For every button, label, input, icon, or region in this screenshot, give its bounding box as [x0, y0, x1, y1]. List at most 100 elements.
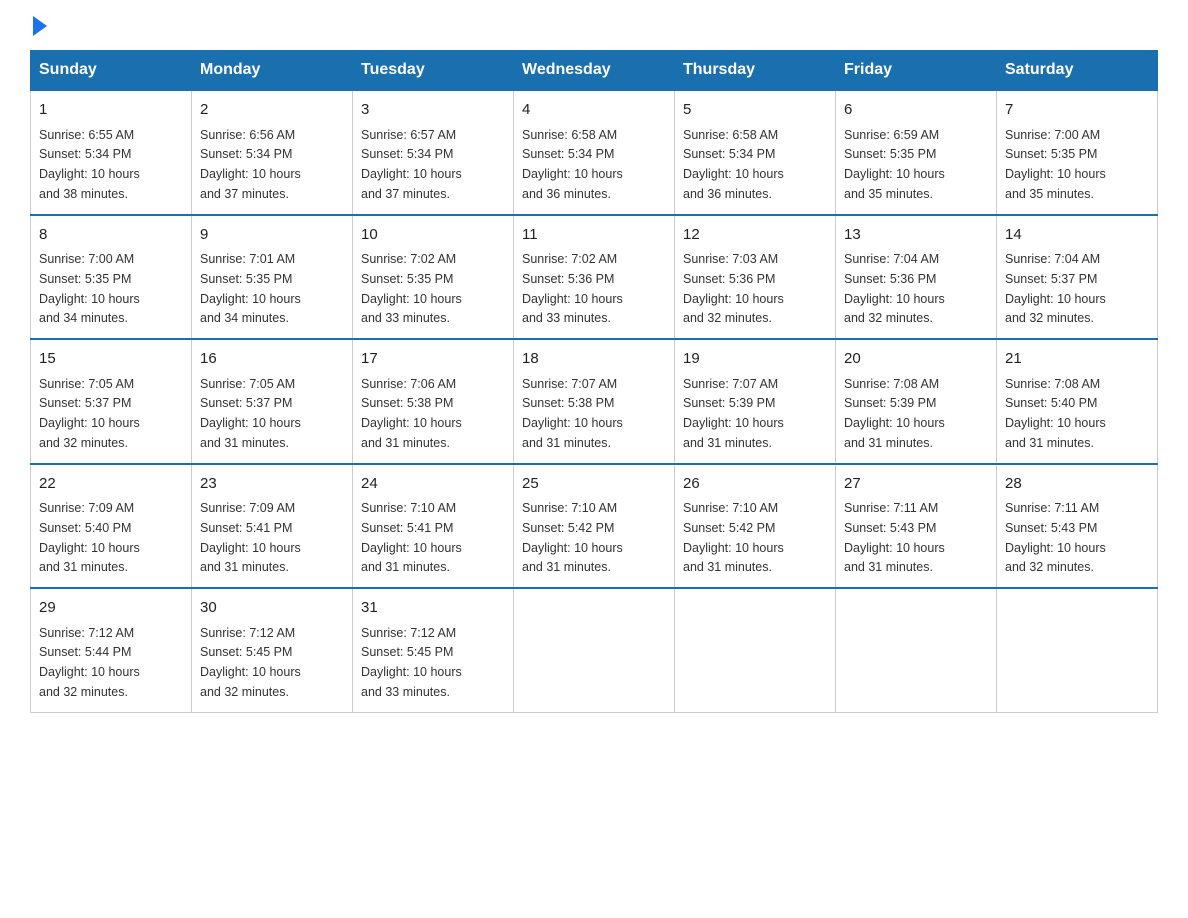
- day-number: 27: [844, 473, 988, 496]
- column-header-saturday: Saturday: [997, 51, 1158, 91]
- day-number: 6: [844, 99, 988, 122]
- calendar-cell: 23 Sunrise: 7:09 AMSunset: 5:41 PMDayligh…: [192, 464, 353, 589]
- calendar-week-row: 22 Sunrise: 7:09 AMSunset: 5:40 PMDayligh…: [31, 464, 1158, 589]
- day-number: 5: [683, 99, 827, 122]
- day-info: Sunrise: 7:04 AMSunset: 5:36 PMDaylight:…: [844, 252, 945, 325]
- calendar-cell: 20 Sunrise: 7:08 AMSunset: 5:39 PMDayligh…: [836, 339, 997, 464]
- calendar-cell: [836, 588, 997, 712]
- day-info: Sunrise: 7:00 AMSunset: 5:35 PMDaylight:…: [39, 252, 140, 325]
- calendar-cell: [997, 588, 1158, 712]
- calendar-cell: 29Sunrise: 7:12 AMSunset: 5:44 PMDayligh…: [31, 588, 192, 712]
- day-info: Sunrise: 7:03 AMSunset: 5:36 PMDaylight:…: [683, 252, 784, 325]
- day-info: Sunrise: 7:05 AMSunset: 5:37 PMDaylight:…: [200, 377, 301, 450]
- day-info: Sunrise: 7:09 AMSunset: 5:41 PMDaylight:…: [200, 501, 301, 574]
- calendar-cell: 21 Sunrise: 7:08 AMSunset: 5:40 PMDayligh…: [997, 339, 1158, 464]
- calendar-cell: 9Sunrise: 7:01 AMSunset: 5:35 PMDaylight…: [192, 215, 353, 340]
- calendar-cell: 16Sunrise: 7:05 AMSunset: 5:37 PMDayligh…: [192, 339, 353, 464]
- calendar-cell: 13 Sunrise: 7:04 AMSunset: 5:36 PMDayligh…: [836, 215, 997, 340]
- day-number: 9: [200, 224, 344, 247]
- day-number: 17: [361, 348, 505, 371]
- day-info: Sunrise: 7:05 AMSunset: 5:37 PMDaylight:…: [39, 377, 140, 450]
- day-info: Sunrise: 7:08 AMSunset: 5:40 PMDaylight:…: [1005, 377, 1106, 450]
- day-info: Sunrise: 7:07 AMSunset: 5:38 PMDaylight:…: [522, 377, 623, 450]
- calendar-header-row: SundayMondayTuesdayWednesdayThursdayFrid…: [31, 51, 1158, 91]
- day-info: Sunrise: 7:12 AMSunset: 5:45 PMDaylight:…: [200, 626, 301, 699]
- day-info: Sunrise: 6:55 AMSunset: 5:34 PMDaylight:…: [39, 128, 140, 201]
- calendar-cell: 5 Sunrise: 6:58 AMSunset: 5:34 PMDaylight…: [675, 90, 836, 215]
- day-number: 14: [1005, 224, 1149, 247]
- calendar-cell: 7Sunrise: 7:00 AMSunset: 5:35 PMDaylight…: [997, 90, 1158, 215]
- day-info: Sunrise: 7:12 AMSunset: 5:45 PMDaylight:…: [361, 626, 462, 699]
- day-info: Sunrise: 7:04 AMSunset: 5:37 PMDaylight:…: [1005, 252, 1106, 325]
- day-number: 18: [522, 348, 666, 371]
- day-info: Sunrise: 7:09 AMSunset: 5:40 PMDaylight:…: [39, 501, 140, 574]
- calendar-cell: 12Sunrise: 7:03 AMSunset: 5:36 PMDayligh…: [675, 215, 836, 340]
- day-number: 11: [522, 224, 666, 247]
- day-info: Sunrise: 6:58 AMSunset: 5:34 PMDaylight:…: [683, 128, 784, 201]
- calendar-table: SundayMondayTuesdayWednesdayThursdayFrid…: [30, 50, 1158, 713]
- day-number: 31: [361, 597, 505, 620]
- day-info: Sunrise: 7:12 AMSunset: 5:44 PMDaylight:…: [39, 626, 140, 699]
- day-info: Sunrise: 7:02 AMSunset: 5:35 PMDaylight:…: [361, 252, 462, 325]
- calendar-cell: 6 Sunrise: 6:59 AMSunset: 5:35 PMDaylight…: [836, 90, 997, 215]
- day-number: 8: [39, 224, 183, 247]
- calendar-cell: 4 Sunrise: 6:58 AMSunset: 5:34 PMDaylight…: [514, 90, 675, 215]
- day-number: 20: [844, 348, 988, 371]
- calendar-cell: 18 Sunrise: 7:07 AMSunset: 5:38 PMDayligh…: [514, 339, 675, 464]
- day-number: 21: [1005, 348, 1149, 371]
- calendar-cell: 25Sunrise: 7:10 AMSunset: 5:42 PMDayligh…: [514, 464, 675, 589]
- calendar-week-row: 29Sunrise: 7:12 AMSunset: 5:44 PMDayligh…: [31, 588, 1158, 712]
- logo-triangle-icon: [33, 16, 47, 36]
- day-info: Sunrise: 7:00 AMSunset: 5:35 PMDaylight:…: [1005, 128, 1106, 201]
- day-number: 26: [683, 473, 827, 496]
- column-header-tuesday: Tuesday: [353, 51, 514, 91]
- day-number: 19: [683, 348, 827, 371]
- page-header: [30, 20, 1158, 30]
- day-number: 22: [39, 473, 183, 496]
- calendar-cell: 14 Sunrise: 7:04 AMSunset: 5:37 PMDayligh…: [997, 215, 1158, 340]
- column-header-thursday: Thursday: [675, 51, 836, 91]
- calendar-week-row: 8 Sunrise: 7:00 AMSunset: 5:35 PMDaylight…: [31, 215, 1158, 340]
- day-info: Sunrise: 7:08 AMSunset: 5:39 PMDaylight:…: [844, 377, 945, 450]
- day-info: Sunrise: 7:02 AMSunset: 5:36 PMDaylight:…: [522, 252, 623, 325]
- day-number: 23: [200, 473, 344, 496]
- column-header-friday: Friday: [836, 51, 997, 91]
- day-info: Sunrise: 7:07 AMSunset: 5:39 PMDaylight:…: [683, 377, 784, 450]
- calendar-cell: 28Sunrise: 7:11 AMSunset: 5:43 PMDayligh…: [997, 464, 1158, 589]
- calendar-week-row: 1 Sunrise: 6:55 AMSunset: 5:34 PMDaylight…: [31, 90, 1158, 215]
- day-number: 30: [200, 597, 344, 620]
- calendar-cell: 27 Sunrise: 7:11 AMSunset: 5:43 PMDayligh…: [836, 464, 997, 589]
- calendar-cell: 17Sunrise: 7:06 AMSunset: 5:38 PMDayligh…: [353, 339, 514, 464]
- day-number: 4: [522, 99, 666, 122]
- day-number: 15: [39, 348, 183, 371]
- calendar-cell: 1 Sunrise: 6:55 AMSunset: 5:34 PMDaylight…: [31, 90, 192, 215]
- day-info: Sunrise: 7:11 AMSunset: 5:43 PMDaylight:…: [1005, 501, 1106, 574]
- calendar-cell: 15 Sunrise: 7:05 AMSunset: 5:37 PMDayligh…: [31, 339, 192, 464]
- calendar-cell: [675, 588, 836, 712]
- column-header-wednesday: Wednesday: [514, 51, 675, 91]
- day-number: 24: [361, 473, 505, 496]
- calendar-cell: 26 Sunrise: 7:10 AMSunset: 5:42 PMDayligh…: [675, 464, 836, 589]
- calendar-week-row: 15 Sunrise: 7:05 AMSunset: 5:37 PMDayligh…: [31, 339, 1158, 464]
- calendar-cell: [514, 588, 675, 712]
- day-number: 3: [361, 99, 505, 122]
- day-number: 10: [361, 224, 505, 247]
- day-info: Sunrise: 6:57 AMSunset: 5:34 PMDaylight:…: [361, 128, 462, 201]
- day-number: 1: [39, 99, 183, 122]
- calendar-cell: 10 Sunrise: 7:02 AMSunset: 5:35 PMDayligh…: [353, 215, 514, 340]
- calendar-cell: 31 Sunrise: 7:12 AMSunset: 5:45 PMDayligh…: [353, 588, 514, 712]
- calendar-cell: 22 Sunrise: 7:09 AMSunset: 5:40 PMDayligh…: [31, 464, 192, 589]
- day-info: Sunrise: 7:11 AMSunset: 5:43 PMDaylight:…: [844, 501, 945, 574]
- calendar-cell: 8 Sunrise: 7:00 AMSunset: 5:35 PMDaylight…: [31, 215, 192, 340]
- day-number: 13: [844, 224, 988, 247]
- day-info: Sunrise: 6:59 AMSunset: 5:35 PMDaylight:…: [844, 128, 945, 201]
- column-header-monday: Monday: [192, 51, 353, 91]
- day-info: Sunrise: 6:56 AMSunset: 5:34 PMDaylight:…: [200, 128, 301, 201]
- column-header-sunday: Sunday: [31, 51, 192, 91]
- day-info: Sunrise: 7:10 AMSunset: 5:42 PMDaylight:…: [683, 501, 784, 574]
- calendar-cell: 3 Sunrise: 6:57 AMSunset: 5:34 PMDaylight…: [353, 90, 514, 215]
- calendar-cell: 2Sunrise: 6:56 AMSunset: 5:34 PMDaylight…: [192, 90, 353, 215]
- day-info: Sunrise: 6:58 AMSunset: 5:34 PMDaylight:…: [522, 128, 623, 201]
- calendar-cell: 24 Sunrise: 7:10 AMSunset: 5:41 PMDayligh…: [353, 464, 514, 589]
- day-info: Sunrise: 7:10 AMSunset: 5:41 PMDaylight:…: [361, 501, 462, 574]
